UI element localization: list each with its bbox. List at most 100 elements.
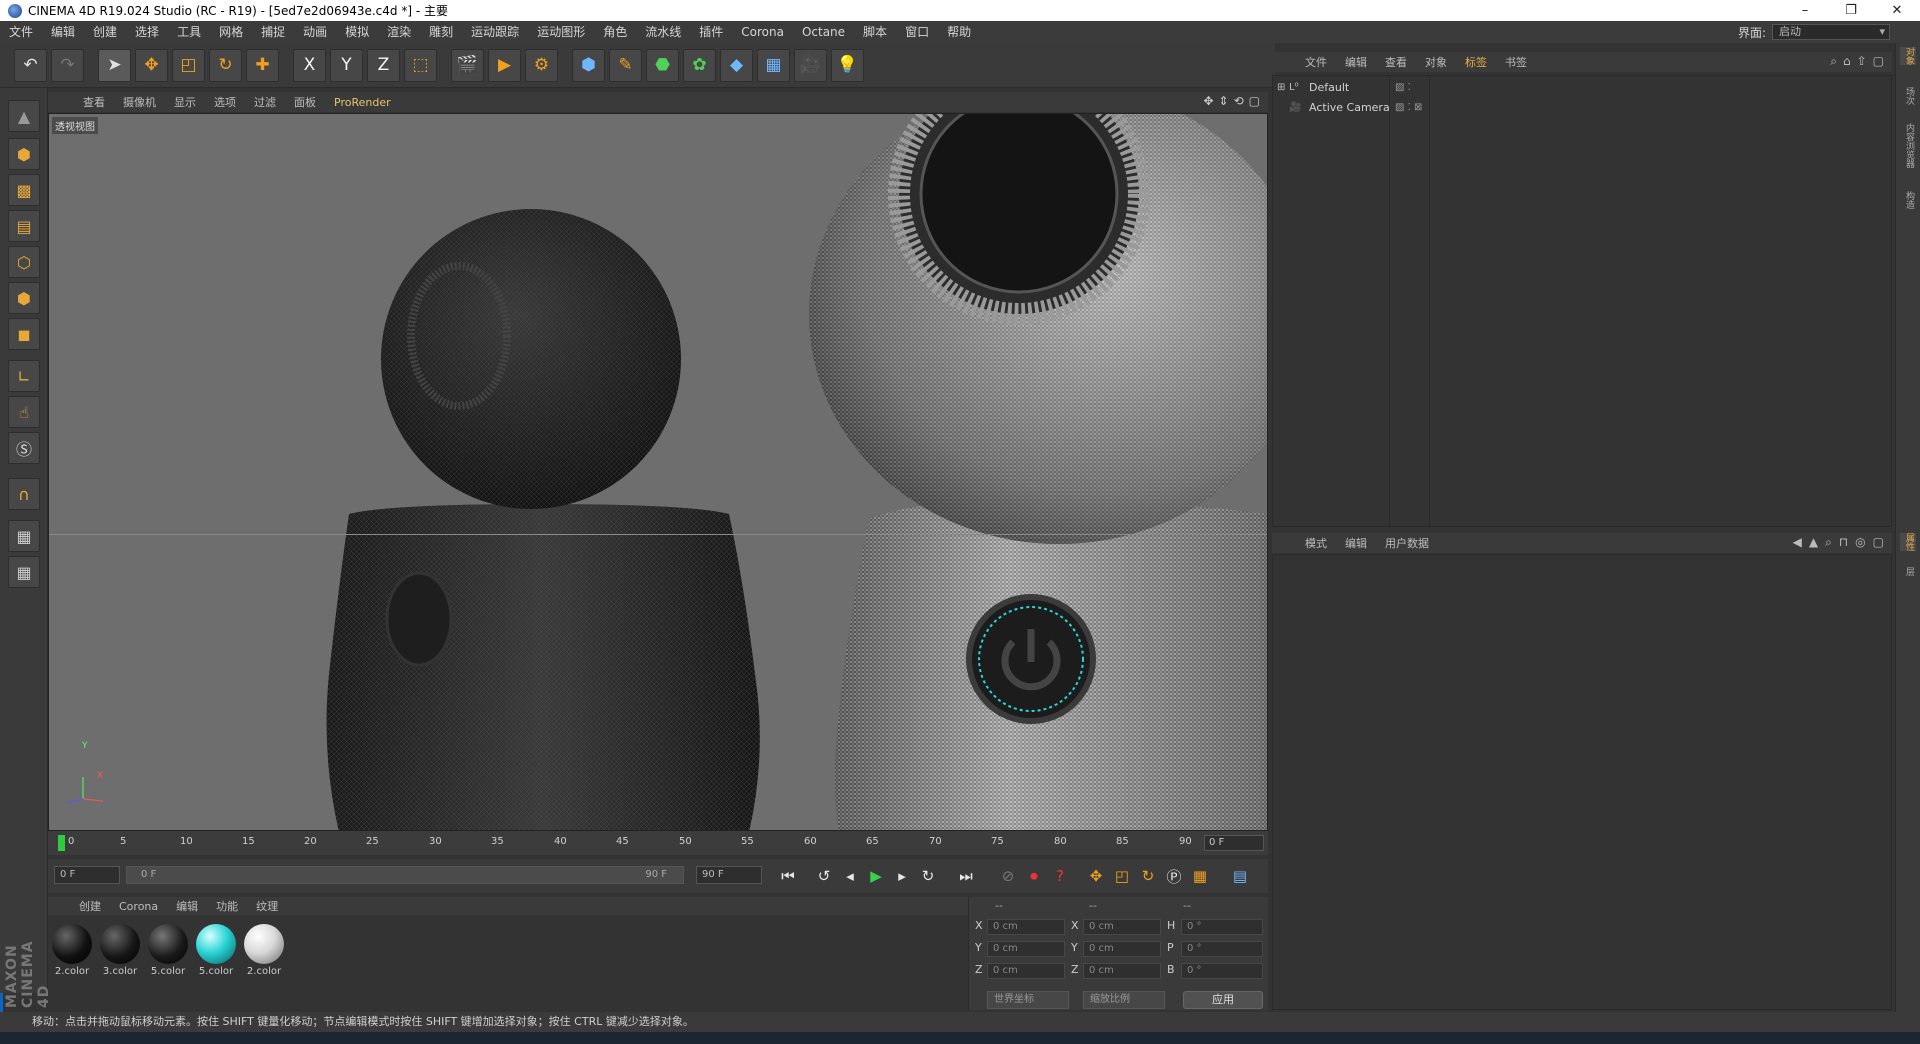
go-to-start-icon[interactable]: ⏮ bbox=[776, 864, 800, 888]
texture-mode-icon[interactable]: ▩ bbox=[8, 174, 40, 206]
viewport-menu-filter[interactable]: 过滤 bbox=[245, 94, 285, 110]
material-menu-create[interactable]: 创建 bbox=[70, 898, 110, 914]
material-swatch[interactable]: 5.color bbox=[146, 922, 190, 982]
menu-sculpt[interactable]: 雕刻 bbox=[420, 21, 462, 43]
up-arrow-icon[interactable]: ▲ bbox=[1809, 535, 1818, 550]
menu-select[interactable]: 选择 bbox=[126, 21, 168, 43]
render-settings-icon[interactable]: ⚙ bbox=[525, 48, 558, 82]
pen-icon[interactable]: ✎ bbox=[609, 48, 642, 82]
menu-edit[interactable]: 编辑 bbox=[42, 21, 84, 43]
attribute-menu-user-data[interactable]: 用户数据 bbox=[1376, 535, 1438, 551]
orbit-icon[interactable]: ⟲ bbox=[1234, 94, 1244, 108]
menu-mograph[interactable]: 运动图形 bbox=[528, 21, 594, 43]
menu-character[interactable]: 角色 bbox=[594, 21, 636, 43]
timeline-playhead[interactable] bbox=[58, 835, 65, 851]
back-arrow-icon[interactable]: ◀ bbox=[1793, 535, 1802, 550]
object-menu-bookmarks[interactable]: 书签 bbox=[1496, 54, 1536, 70]
floor-icon[interactable]: ▦ bbox=[757, 48, 790, 82]
subdivision-icon[interactable]: ⬣ bbox=[646, 48, 679, 82]
material-swatch[interactable]: 2.color bbox=[242, 922, 286, 982]
search-icon[interactable]: ⌕ bbox=[1825, 535, 1832, 550]
tab-content-browser[interactable]: 内容浏览器 bbox=[1900, 123, 1916, 168]
menu-pipeline[interactable]: 流水线 bbox=[636, 21, 690, 43]
material-swatch[interactable]: 3.color bbox=[98, 922, 142, 982]
workplane-icon[interactable]: ▤ bbox=[8, 210, 40, 242]
viewport-menu-display[interactable]: 显示 bbox=[165, 94, 205, 110]
tab-structure[interactable]: 构造 bbox=[1900, 191, 1916, 209]
object-menu-file[interactable]: 文件 bbox=[1296, 54, 1336, 70]
menu-mesh[interactable]: 网格 bbox=[210, 21, 252, 43]
rotation-b-field[interactable]: 0 ° bbox=[1181, 963, 1263, 979]
snap-icon[interactable]: Ⓢ bbox=[8, 432, 40, 464]
timeline-ruler[interactable]: 0 5 10 15 20 25 30 35 40 45 50 55 60 65 … bbox=[48, 831, 1268, 855]
menu-script[interactable]: 脚本 bbox=[854, 21, 896, 43]
points-mode-icon[interactable]: ⬡ bbox=[8, 246, 40, 278]
key-rotation-icon[interactable]: ↻ bbox=[1136, 864, 1160, 888]
tab-objects[interactable]: 对象 bbox=[1900, 47, 1916, 65]
menu-octane[interactable]: Octane bbox=[793, 21, 854, 43]
apply-button[interactable]: 应用 bbox=[1183, 991, 1263, 1009]
lock-icon[interactable]: ⊓ bbox=[1839, 535, 1848, 550]
object-menu-objects[interactable]: 对象 bbox=[1416, 54, 1456, 70]
undo-icon[interactable]: ↶ bbox=[14, 48, 47, 82]
record-keys-icon[interactable]: ⏺ bbox=[1022, 864, 1046, 888]
material-menu-function[interactable]: 功能 bbox=[207, 898, 247, 914]
live-select-icon[interactable]: ✚ bbox=[246, 48, 279, 82]
axis-mode-icon[interactable]: ∟ bbox=[8, 360, 40, 392]
key-parameter-icon[interactable]: Ⓟ bbox=[1162, 864, 1186, 888]
magnet-icon[interactable]: ∩ bbox=[8, 478, 40, 510]
menu-window[interactable]: 窗口 bbox=[896, 21, 938, 43]
attribute-menu-mode[interactable]: 模式 bbox=[1296, 535, 1336, 551]
new-window-icon[interactable]: ▢ bbox=[1873, 535, 1884, 550]
menu-render[interactable]: 渲染 bbox=[378, 21, 420, 43]
material-menu-texture[interactable]: 纹理 bbox=[247, 898, 287, 914]
rotation-h-field[interactable]: 0 ° bbox=[1181, 919, 1263, 935]
material-menu-corona[interactable]: Corona bbox=[110, 900, 167, 913]
render-view-icon[interactable]: 🎬 bbox=[451, 48, 484, 82]
home-icon[interactable]: ⌂ bbox=[1843, 54, 1851, 69]
menu-snap[interactable]: 捕捉 bbox=[252, 21, 294, 43]
position-x-field[interactable]: 0 cm bbox=[987, 919, 1065, 935]
go-to-end-icon[interactable]: ⏭ bbox=[954, 864, 978, 888]
target-icon[interactable]: ◎ bbox=[1855, 535, 1865, 550]
visibility-toggle-icon[interactable]: ▨ ⁚ ⊠ bbox=[1395, 99, 1422, 117]
maximize-view-icon[interactable]: ▢ bbox=[1249, 94, 1260, 108]
play-icon[interactable]: ▶ bbox=[864, 864, 888, 888]
menu-create[interactable]: 创建 bbox=[84, 21, 126, 43]
deformer-icon[interactable]: ◆ bbox=[720, 48, 753, 82]
menu-plugins[interactable]: 插件 bbox=[690, 21, 732, 43]
size-x-field[interactable]: 0 cm bbox=[1083, 919, 1161, 935]
key-position-icon[interactable]: ✥ bbox=[1084, 864, 1108, 888]
previous-key-icon[interactable]: ↺ bbox=[812, 864, 836, 888]
size-z-field[interactable]: 0 cm bbox=[1083, 963, 1161, 979]
position-z-field[interactable]: 0 cm bbox=[987, 963, 1065, 979]
previous-frame-icon[interactable]: ◂ bbox=[838, 864, 862, 888]
perspective-viewport[interactable]: 透视视图 Y X bbox=[48, 113, 1268, 831]
expand-icon[interactable]: ⊞ bbox=[1277, 79, 1285, 97]
menu-motion-tracker[interactable]: 运动跟踪 bbox=[462, 21, 528, 43]
rotation-p-field[interactable]: 0 ° bbox=[1181, 941, 1263, 957]
viewport-menu-panel[interactable]: 面板 bbox=[285, 94, 325, 110]
next-frame-icon[interactable]: ▸ bbox=[890, 864, 914, 888]
menu-help[interactable]: 帮助 bbox=[938, 21, 980, 43]
light-icon[interactable]: 💡 bbox=[831, 48, 864, 82]
redo-icon[interactable]: ↷ bbox=[51, 48, 84, 82]
timeline-window-icon[interactable]: ▤ bbox=[1228, 864, 1252, 888]
viewport-menu-options[interactable]: 选项 bbox=[205, 94, 245, 110]
material-menu-edit[interactable]: 编辑 bbox=[167, 898, 207, 914]
pan-icon[interactable]: ✥ bbox=[1203, 94, 1213, 108]
menu-animate[interactable]: 动画 bbox=[294, 21, 336, 43]
restore-button[interactable]: ❐ bbox=[1828, 0, 1874, 21]
layout-select[interactable]: 启动 bbox=[1772, 24, 1890, 40]
object-menu-view[interactable]: 查看 bbox=[1376, 54, 1416, 70]
camera-icon[interactable]: 🎥 bbox=[794, 48, 827, 82]
object-row[interactable]: ⊞ L⁰ Default ▨ ⁚ bbox=[1273, 79, 1893, 97]
object-menu-tags[interactable]: 标签 bbox=[1456, 54, 1496, 70]
tab-layers[interactable]: 层 bbox=[1900, 567, 1916, 576]
object-row[interactable]: 🎥 Active Camera ▨ ⁚ ⊠ bbox=[1273, 99, 1893, 117]
menu-tools[interactable]: 工具 bbox=[168, 21, 210, 43]
material-swatch[interactable]: 2.color bbox=[50, 922, 94, 982]
axis-z-icon[interactable]: Z bbox=[367, 48, 400, 82]
render-picture-viewer-icon[interactable]: ▶ bbox=[488, 48, 521, 82]
polygons-mode-icon[interactable]: ◼ bbox=[8, 318, 40, 350]
